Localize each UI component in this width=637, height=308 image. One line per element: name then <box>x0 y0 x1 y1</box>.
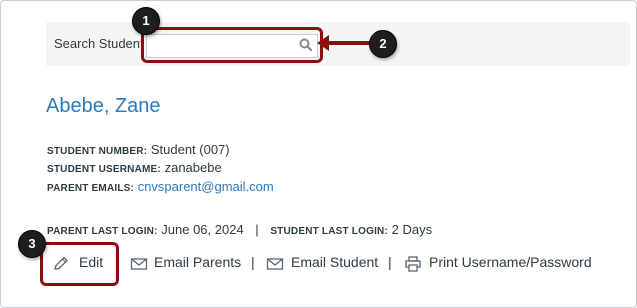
parent-last-login-label: PARENT LAST LOGIN: <box>47 226 158 237</box>
student-last-login-value: 2 Days <box>391 222 433 237</box>
callout-badge-2: 2 <box>369 30 397 58</box>
action-separator: | <box>251 254 255 270</box>
search-label: Search Student <box>54 36 144 51</box>
callout-arrow-line <box>324 41 370 45</box>
callout-badge-1: 1 <box>132 7 160 35</box>
callout-arrow-head <box>317 35 329 51</box>
email-parents-label: Email Parents <box>154 254 242 270</box>
parent-email-link[interactable]: cnvsparent@gmail.com <box>138 179 274 194</box>
student-last-login-label: STUDENT LAST LOGIN: <box>270 226 388 237</box>
student-username-label: STUDENT USERNAME: <box>47 164 161 175</box>
print-label: Print Username/Password <box>429 254 592 270</box>
search-highlight-box <box>141 27 323 63</box>
parent-emails-row: PARENT EMAILS: cnvsparent@gmail.com <box>47 179 274 194</box>
student-number-row: STUDENT NUMBER: Student (007) <box>47 142 230 157</box>
email-student-label: Email Student <box>291 254 379 270</box>
student-name-heading: Abebe, Zane <box>46 95 161 117</box>
edit-label: Edit <box>79 254 104 270</box>
pencil-icon <box>54 256 68 270</box>
student-number-label: STUDENT NUMBER: <box>47 146 148 157</box>
envelope-icon <box>266 258 284 270</box>
student-number-value: Student (007) <box>150 142 230 157</box>
student-username-row: STUDENT USERNAME: zanabebe <box>47 160 222 175</box>
action-separator: | <box>388 254 392 270</box>
callout-badge-3: 3 <box>18 230 46 258</box>
parent-emails-label: PARENT EMAILS: <box>47 183 135 194</box>
student-username-value: zanabebe <box>164 160 222 175</box>
login-separator: | <box>255 222 259 237</box>
last-login-row: PARENT LAST LOGIN: June 06, 2024 | STUDE… <box>47 222 432 237</box>
printer-icon <box>405 256 421 272</box>
envelope-icon <box>130 258 148 270</box>
parent-last-login-value: June 06, 2024 <box>161 222 244 237</box>
